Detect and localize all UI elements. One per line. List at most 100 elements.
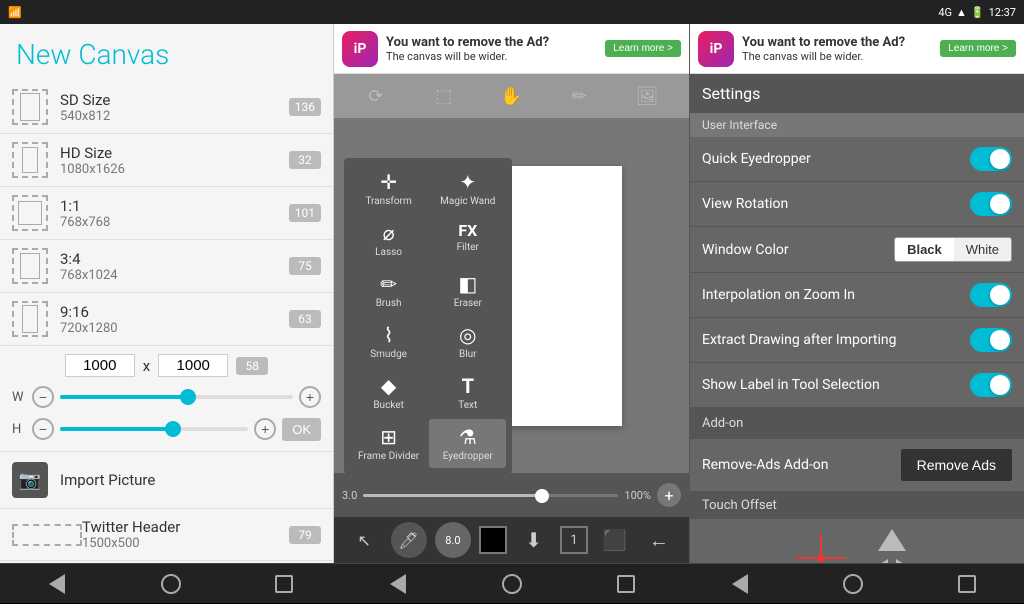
nav-square-btn-1[interactable] xyxy=(254,564,314,604)
canvas-item-916[interactable]: 9:16 720x1280 63 xyxy=(0,293,333,346)
page-number[interactable]: 1 xyxy=(560,526,588,554)
ok-button[interactable]: OK xyxy=(282,418,321,441)
settings-row-interpolation[interactable]: Interpolation on Zoom In xyxy=(690,273,1024,318)
tool-brush[interactable]: ✏ Brush xyxy=(350,266,427,315)
window-color-white-btn[interactable]: White xyxy=(954,238,1011,261)
twitter-label: Twitter Header xyxy=(82,518,289,536)
toolbar-hand-icon[interactable]: ✋ xyxy=(495,80,527,112)
ad-main-text-draw: You want to remove the Ad? xyxy=(386,35,597,50)
tool-label-smudge: Smudge xyxy=(370,349,407,360)
touch-up-arrow[interactable] xyxy=(878,529,906,551)
extract-toggle-thumb xyxy=(990,330,1010,350)
twitter-thumb xyxy=(12,524,82,546)
tool-eraser[interactable]: ◧ Eraser xyxy=(429,266,506,315)
canvas-thumb-sd xyxy=(12,89,48,125)
remove-ads-button[interactable]: Remove Ads xyxy=(901,449,1012,481)
canvas-width-input[interactable]: 1000 xyxy=(65,354,135,377)
canvas-item-34[interactable]: 3:4 768x1024 75 xyxy=(0,240,333,293)
settings-row-show-label[interactable]: Show Label in Tool Selection xyxy=(690,363,1024,408)
tool-label-eyedropper: Eyedropper xyxy=(443,451,493,462)
ad-learn-btn-settings[interactable]: Learn more > xyxy=(940,40,1016,57)
canvas-height-input[interactable]: 1000 xyxy=(158,354,228,377)
zoom-plus-btn[interactable]: + xyxy=(657,483,681,507)
tool-smudge[interactable]: ⌇ Smudge xyxy=(350,317,427,366)
width-slider-track[interactable] xyxy=(60,395,293,399)
twitter-item[interactable]: Twitter Header 1500x500 79 xyxy=(0,509,333,561)
zoom-fill xyxy=(363,494,542,497)
interpolation-toggle[interactable] xyxy=(970,283,1012,307)
tool-eyedropper[interactable]: ⚗ Eyedropper xyxy=(429,419,506,468)
extract-toggle[interactable] xyxy=(970,328,1012,352)
rotation-toggle[interactable] xyxy=(970,192,1012,216)
canvas-count-34: 75 xyxy=(289,257,321,275)
tool-icon-blur: ◎ xyxy=(459,323,476,347)
nav-home-btn-2[interactable] xyxy=(482,564,542,604)
tool-lasso[interactable]: ⌀ Lasso xyxy=(350,215,427,264)
pen-tool-icon[interactable]: 🖊 xyxy=(391,522,427,558)
height-slider-track[interactable] xyxy=(60,427,248,431)
tool-popup: ✛ Transform ✦ Magic Wand ⌀ Lasso FX Filt… xyxy=(344,158,512,474)
nav-square-btn-2[interactable] xyxy=(596,564,656,604)
signal-icon: ▲ xyxy=(956,6,967,19)
draw-area[interactable]: ✛ Transform ✦ Magic Wand ⌀ Lasso FX Filt… xyxy=(334,118,689,473)
back-icon[interactable]: ← xyxy=(641,522,677,558)
ad-learn-btn-draw[interactable]: Learn more > xyxy=(605,40,681,57)
status-bar: 📶 4G ▲ 🔋 12:37 xyxy=(0,0,1024,24)
canvas-info-11: 1:1 768x768 xyxy=(60,197,289,230)
tool-text[interactable]: T Text xyxy=(429,368,506,417)
canvas-item-sd[interactable]: SD Size 540x812 136 xyxy=(0,81,333,134)
tool-label-frame-divider: Frame Divider xyxy=(358,451,419,462)
eyedropper-toggle[interactable] xyxy=(970,147,1012,171)
tool-icon-filter: FX xyxy=(458,221,477,240)
toolbar-undo-icon[interactable]: ⟳ xyxy=(360,80,392,112)
color-swatch[interactable] xyxy=(479,526,507,554)
tool-label-text: Text xyxy=(458,400,477,411)
touch-arrows xyxy=(866,529,918,563)
download-icon[interactable]: ⬇ xyxy=(516,522,552,558)
toolbar-image-icon[interactable]: 🖼 xyxy=(631,80,663,112)
nav-home-btn-3[interactable] xyxy=(823,564,883,604)
canvas-item-11[interactable]: 1:1 768x768 101 xyxy=(0,187,333,240)
canvas-dims: 1000 x 1000 58 xyxy=(12,354,321,377)
canvas-name-hd: HD Size xyxy=(60,144,289,162)
import-picture-item[interactable]: 📷 Import Picture xyxy=(0,452,333,509)
show-label-toggle[interactable] xyxy=(970,373,1012,397)
tool-icon-text: T xyxy=(462,374,474,398)
settings-row-window-color[interactable]: Window Color Black White xyxy=(690,227,1024,273)
height-slider-fill xyxy=(60,427,173,431)
nav-back-btn-2[interactable] xyxy=(368,564,428,604)
tool-bucket[interactable]: ◆ Bucket xyxy=(350,368,427,417)
tool-frame-divider[interactable]: ⊞ Frame Divider xyxy=(350,419,427,468)
tool-transform[interactable]: ✛ Transform xyxy=(350,164,427,213)
zoom-slider[interactable] xyxy=(363,494,618,497)
height-minus-btn[interactable]: − xyxy=(32,418,54,440)
brush-size-indicator[interactable]: 8.0 xyxy=(435,522,471,558)
layers-icon[interactable]: ⬛ xyxy=(596,522,632,558)
tool-magic-wand[interactable]: ✦ Magic Wand xyxy=(429,164,506,213)
width-plus-btn[interactable]: + xyxy=(299,386,321,408)
settings-row-eyedropper[interactable]: Quick Eyedropper xyxy=(690,137,1024,182)
toolbar-pen-icon[interactable]: ✏ xyxy=(563,80,595,112)
nav-square-btn-3[interactable] xyxy=(937,564,997,604)
nav-section-1 xyxy=(0,563,341,603)
window-color-black-btn[interactable]: Black xyxy=(895,238,954,261)
move-tool-icon[interactable]: ↖ xyxy=(346,522,382,558)
canvas-thumb-11 xyxy=(12,195,48,231)
nav-back-btn-1[interactable] xyxy=(27,564,87,604)
settings-row-extract[interactable]: Extract Drawing after Importing xyxy=(690,318,1024,363)
tool-filter[interactable]: FX Filter xyxy=(429,215,506,264)
import-icon: 📷 xyxy=(12,462,48,498)
new-canvas-panel: New Canvas SD Size 540x812 136 H xyxy=(0,24,334,563)
width-minus-btn[interactable]: − xyxy=(32,386,54,408)
ad-main-text-settings: You want to remove the Ad? xyxy=(742,35,932,50)
ad-text-settings: You want to remove the Ad? The canvas wi… xyxy=(742,35,932,63)
toolbar-select-icon[interactable]: ⬚ xyxy=(428,80,460,112)
tool-blur[interactable]: ◎ Blur xyxy=(429,317,506,366)
nav-back-btn-3[interactable] xyxy=(710,564,770,604)
height-plus-btn[interactable]: + xyxy=(254,418,276,440)
canvas-item-hd[interactable]: HD Size 1080x1626 32 xyxy=(0,134,333,187)
ad-logo-draw: iP xyxy=(342,31,378,67)
settings-section-ui: User Interface xyxy=(690,113,1024,137)
settings-row-rotation[interactable]: View Rotation xyxy=(690,182,1024,227)
nav-home-btn-1[interactable] xyxy=(141,564,201,604)
